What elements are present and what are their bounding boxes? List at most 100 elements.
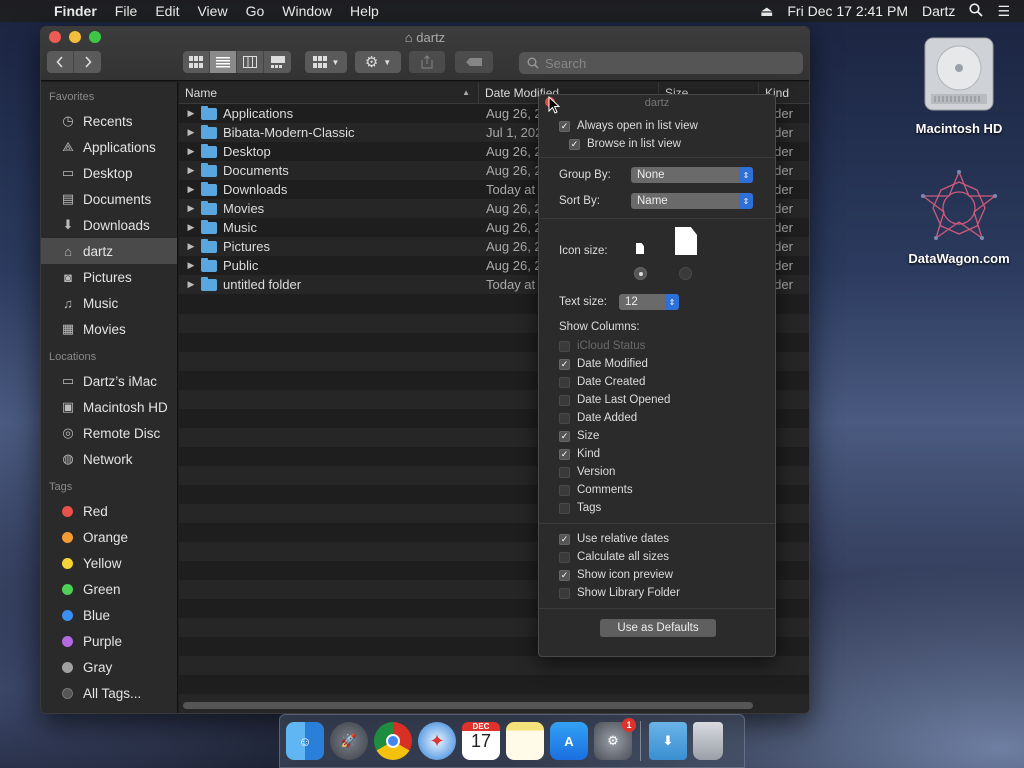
menu-file[interactable]: File	[115, 3, 138, 19]
forward-button[interactable]	[74, 51, 101, 73]
group-button[interactable]: ▼	[305, 51, 347, 73]
large-icon-radio[interactable]	[679, 267, 692, 280]
icon-view-button[interactable]	[183, 51, 210, 73]
sidebar-item-movies[interactable]: ▦ Movies	[41, 316, 177, 342]
large-icon-option[interactable]	[675, 227, 697, 255]
menu-help[interactable]: Help	[350, 3, 379, 19]
sidebar-tag-green[interactable]: Green	[41, 576, 177, 602]
search-input[interactable]	[545, 55, 785, 71]
search-field[interactable]	[519, 52, 803, 74]
use-as-defaults-button[interactable]: Use as Defaults	[600, 619, 716, 637]
small-icon-option[interactable]	[636, 243, 644, 254]
sidebar-item-music[interactable]: ♫ Music	[41, 290, 177, 316]
menu-go[interactable]: Go	[246, 3, 265, 19]
text-size-select[interactable]: 12 ⇕	[619, 294, 679, 310]
sidebar-item-imac[interactable]: ▭ Dartz’s iMac	[41, 368, 177, 394]
dock-downloads-folder-icon[interactable]: ⬇	[649, 722, 687, 760]
sidebar-tag-yellow[interactable]: Yellow	[41, 550, 177, 576]
column-checkbox-date-modified[interactable]: ✓ Date Modified	[559, 355, 775, 373]
show-library-folder-checkbox[interactable]: Show Library Folder	[559, 584, 775, 602]
menu-user[interactable]: Dartz	[922, 3, 955, 19]
sidebar-item-macintosh-hd[interactable]: ▣ Macintosh HD	[41, 394, 177, 420]
disclosure-triangle-icon[interactable]: ▶	[181, 203, 201, 214]
disclosure-triangle-icon[interactable]: ▶	[181, 260, 201, 271]
column-checkbox-date-added[interactable]: Date Added	[559, 409, 775, 427]
notification-center-icon[interactable]: ☰	[997, 3, 1010, 20]
column-checkbox-version[interactable]: Version	[559, 463, 775, 481]
folder-icon	[201, 124, 217, 139]
column-checkbox-kind[interactable]: ✓ Kind	[559, 445, 775, 463]
dock-system-preferences-icon[interactable]: ⚙ 1	[594, 718, 636, 760]
sidebar-tag-gray[interactable]: Gray	[41, 654, 177, 680]
eject-icon[interactable]: ⏏	[760, 3, 773, 20]
sidebar-tag-orange[interactable]: Orange	[41, 524, 177, 550]
disclosure-triangle-icon[interactable]: ▶	[181, 184, 201, 195]
always-open-list-checkbox[interactable]: ✓ Always open in list view	[559, 117, 775, 135]
menu-edit[interactable]: Edit	[155, 3, 179, 19]
disclosure-triangle-icon[interactable]: ▶	[181, 222, 201, 233]
desktop-icon-macintosh-hd[interactable]: Macintosh HD	[904, 34, 1014, 136]
sidebar-item-applications[interactable]: ⟁ Applications	[41, 134, 177, 160]
disclosure-triangle-icon[interactable]: ▶	[181, 146, 201, 157]
sort-by-select[interactable]: Name ⇕	[631, 193, 753, 209]
horizontal-scrollbar[interactable]	[183, 702, 753, 709]
small-icon-radio[interactable]	[634, 267, 647, 280]
column-checkbox-tags[interactable]: Tags	[559, 499, 775, 517]
folder-icon	[201, 257, 217, 272]
sidebar-item-downloads[interactable]: ⬇ Downloads	[41, 212, 177, 238]
dock-app-store-icon[interactable]: A	[550, 722, 588, 760]
back-button[interactable]	[47, 51, 74, 73]
calculate-all-sizes-checkbox[interactable]: Calculate all sizes	[559, 548, 775, 566]
sidebar-tag-red[interactable]: Red	[41, 498, 177, 524]
menu-view[interactable]: View	[197, 3, 227, 19]
spotlight-search-icon[interactable]	[969, 2, 984, 20]
dock-notes-icon[interactable]	[506, 722, 544, 760]
dock-safari-icon[interactable]: ✦	[418, 722, 456, 760]
group-by-select[interactable]: None ⇕	[631, 167, 753, 183]
column-checkbox-comments[interactable]: Comments	[559, 481, 775, 499]
checkbox-unchecked	[559, 376, 570, 388]
sidebar-tag-purple[interactable]: Purple	[41, 628, 177, 654]
show-icon-preview-checkbox[interactable]: ✓ Show icon preview	[559, 566, 775, 584]
dock-trash-icon[interactable]	[693, 722, 723, 760]
list-icon	[216, 57, 230, 68]
column-checkbox-date-last-opened[interactable]: Date Last Opened	[559, 391, 775, 409]
disclosure-triangle-icon[interactable]: ▶	[181, 127, 201, 138]
sidebar-item-dartz[interactable]: ⌂ dartz	[41, 238, 177, 264]
dock-calendar-icon[interactable]: DEC 17	[462, 722, 500, 760]
disclosure-triangle-icon[interactable]: ▶	[181, 279, 201, 290]
column-view-button[interactable]	[237, 51, 264, 73]
column-checkbox-date-created[interactable]: Date Created	[559, 373, 775, 391]
chevron-left-icon	[56, 56, 63, 68]
sidebar-all-tags[interactable]: All Tags...	[41, 680, 177, 706]
disclosure-triangle-icon[interactable]: ▶	[181, 241, 201, 252]
dock-finder-icon[interactable]: ☺	[286, 722, 324, 760]
gallery-view-button[interactable]	[264, 51, 291, 73]
action-button[interactable]: ⚙ ▼	[355, 51, 401, 73]
menu-window[interactable]: Window	[282, 3, 332, 19]
dock-launchpad-icon[interactable]: 🚀	[330, 722, 368, 760]
disc-icon: ◎	[62, 425, 74, 440]
sidebar-item-desktop[interactable]: ▭ Desktop	[41, 160, 177, 186]
sidebar-tag-blue[interactable]: Blue	[41, 602, 177, 628]
column-checkbox-size[interactable]: ✓ Size	[559, 427, 775, 445]
desktop-icon-datawagon[interactable]: DataWagon.com	[894, 168, 1024, 266]
share-button[interactable]	[409, 51, 445, 73]
dock-chrome-icon[interactable]	[374, 722, 412, 760]
sidebar-item-network[interactable]: ◍ Network	[41, 446, 177, 472]
sidebar-item-remote-disc[interactable]: ◎ Remote Disc	[41, 420, 177, 446]
menu-app-finder[interactable]: Finder	[54, 3, 97, 19]
use-relative-dates-checkbox[interactable]: ✓ Use relative dates	[559, 530, 775, 548]
disclosure-triangle-icon[interactable]: ▶	[181, 108, 201, 119]
tag-button[interactable]	[455, 51, 493, 73]
menu-clock[interactable]: Fri Dec 17 2:41 PM	[787, 3, 908, 19]
list-view-button[interactable]	[210, 51, 237, 73]
sidebar-item-documents[interactable]: ▤ Documents	[41, 186, 177, 212]
browse-list-checkbox[interactable]: ✓ Browse in list view	[559, 135, 775, 153]
column-header-name[interactable]: Name ▲	[179, 81, 479, 104]
disclosure-triangle-icon[interactable]: ▶	[181, 165, 201, 176]
sidebar-header-favorites: Favorites	[49, 91, 95, 103]
film-icon: ▦	[61, 321, 75, 336]
sidebar-item-recents[interactable]: ◷ Recents	[41, 108, 177, 134]
sidebar-item-pictures[interactable]: ◙ Pictures	[41, 264, 177, 290]
